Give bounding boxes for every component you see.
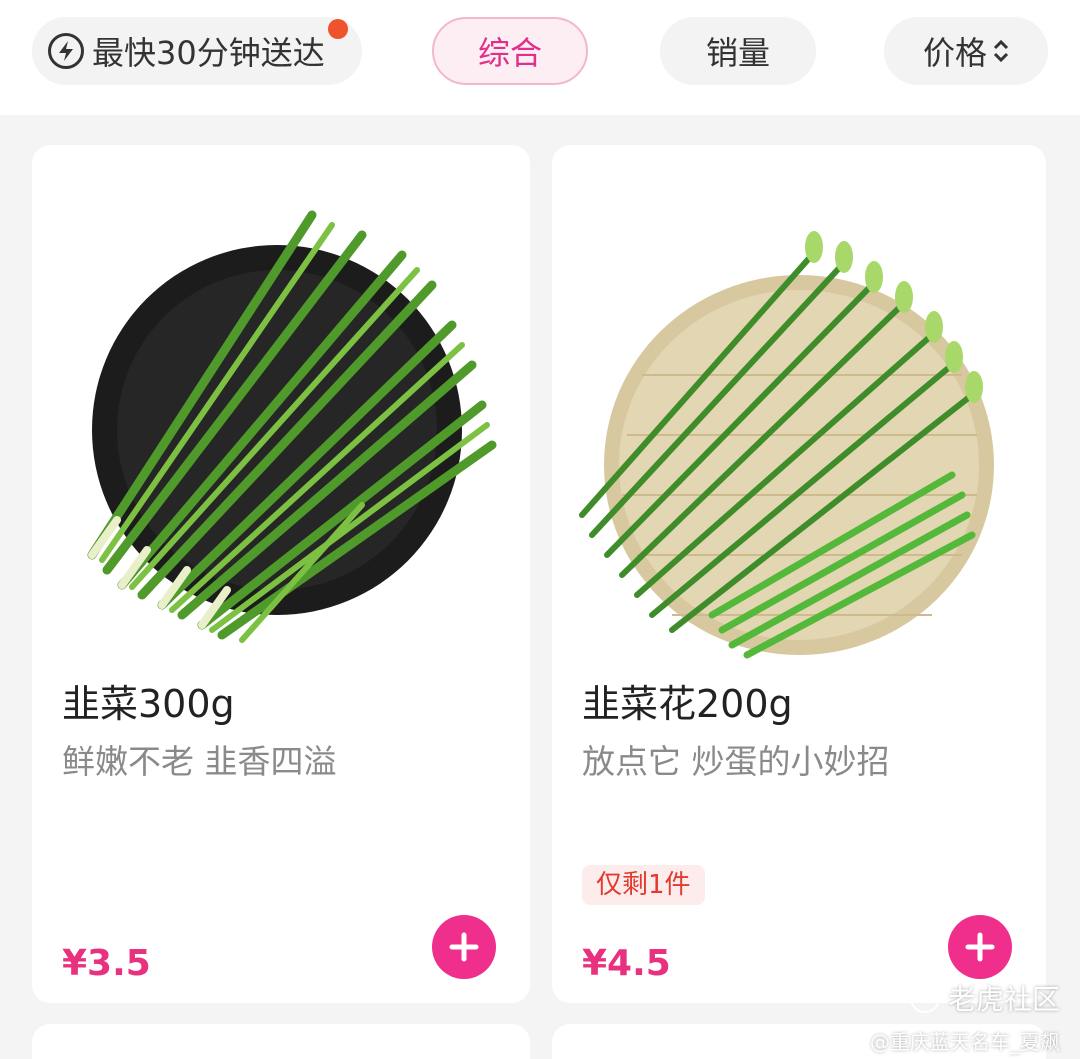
sort-sales-label: 销量: [705, 34, 770, 72]
sort-price-chip[interactable]: 价格: [884, 17, 1048, 85]
watermark-brand-label: 老虎社区: [947, 983, 1060, 1016]
watermark-brand: 老虎社区: [870, 978, 1060, 1018]
sort-price-label: 价格: [922, 34, 987, 72]
watermark: 老虎社区 @重庆蓝天名车_夏飙: [870, 978, 1060, 1055]
plus-icon: [965, 932, 995, 962]
tiger-community-logo-icon: [909, 983, 940, 1013]
product-price: ¥3.5: [62, 943, 151, 984]
fast-delivery-filter[interactable]: 最快30分钟送达: [32, 17, 362, 85]
sort-sales-chip[interactable]: 销量: [660, 17, 816, 85]
notification-dot: [328, 19, 348, 39]
sort-comprehensive-label: 综合: [477, 34, 542, 72]
product-image-chive-flowers: [579, 231, 994, 659]
plus-icon: [449, 932, 479, 962]
sort-toggle-icon: [993, 38, 1009, 64]
product-title: 韭菜花200g: [582, 682, 793, 726]
product-image-chives: [87, 210, 497, 643]
fast-delivery-label: 最快30分钟送达: [92, 34, 325, 72]
lightning-icon: [48, 33, 84, 69]
product-card-partial[interactable]: [32, 1024, 530, 1059]
low-stock-badge: 仅剩1件: [582, 865, 705, 905]
watermark-author: @重庆蓝天名车_夏飙: [870, 1030, 1060, 1054]
product-subtitle: 鲜嫩不老 韭香四溢: [62, 742, 337, 781]
add-to-cart-button[interactable]: [948, 915, 1012, 979]
product-subtitle: 放点它 炒蛋的小妙招: [582, 742, 890, 781]
sort-comprehensive-chip[interactable]: 综合: [432, 17, 588, 85]
product-card[interactable]: 韭菜花200g 放点它 炒蛋的小妙招 仅剩1件 ¥4.5: [552, 145, 1046, 1003]
product-title: 韭菜300g: [62, 682, 235, 726]
filter-bar: 最快30分钟送达 综合 销量 价格: [0, 0, 1080, 115]
add-to-cart-button[interactable]: [432, 915, 496, 979]
product-price: ¥4.5: [582, 943, 671, 984]
product-card[interactable]: 韭菜300g 鲜嫩不老 韭香四溢 ¥3.5: [32, 145, 530, 1003]
